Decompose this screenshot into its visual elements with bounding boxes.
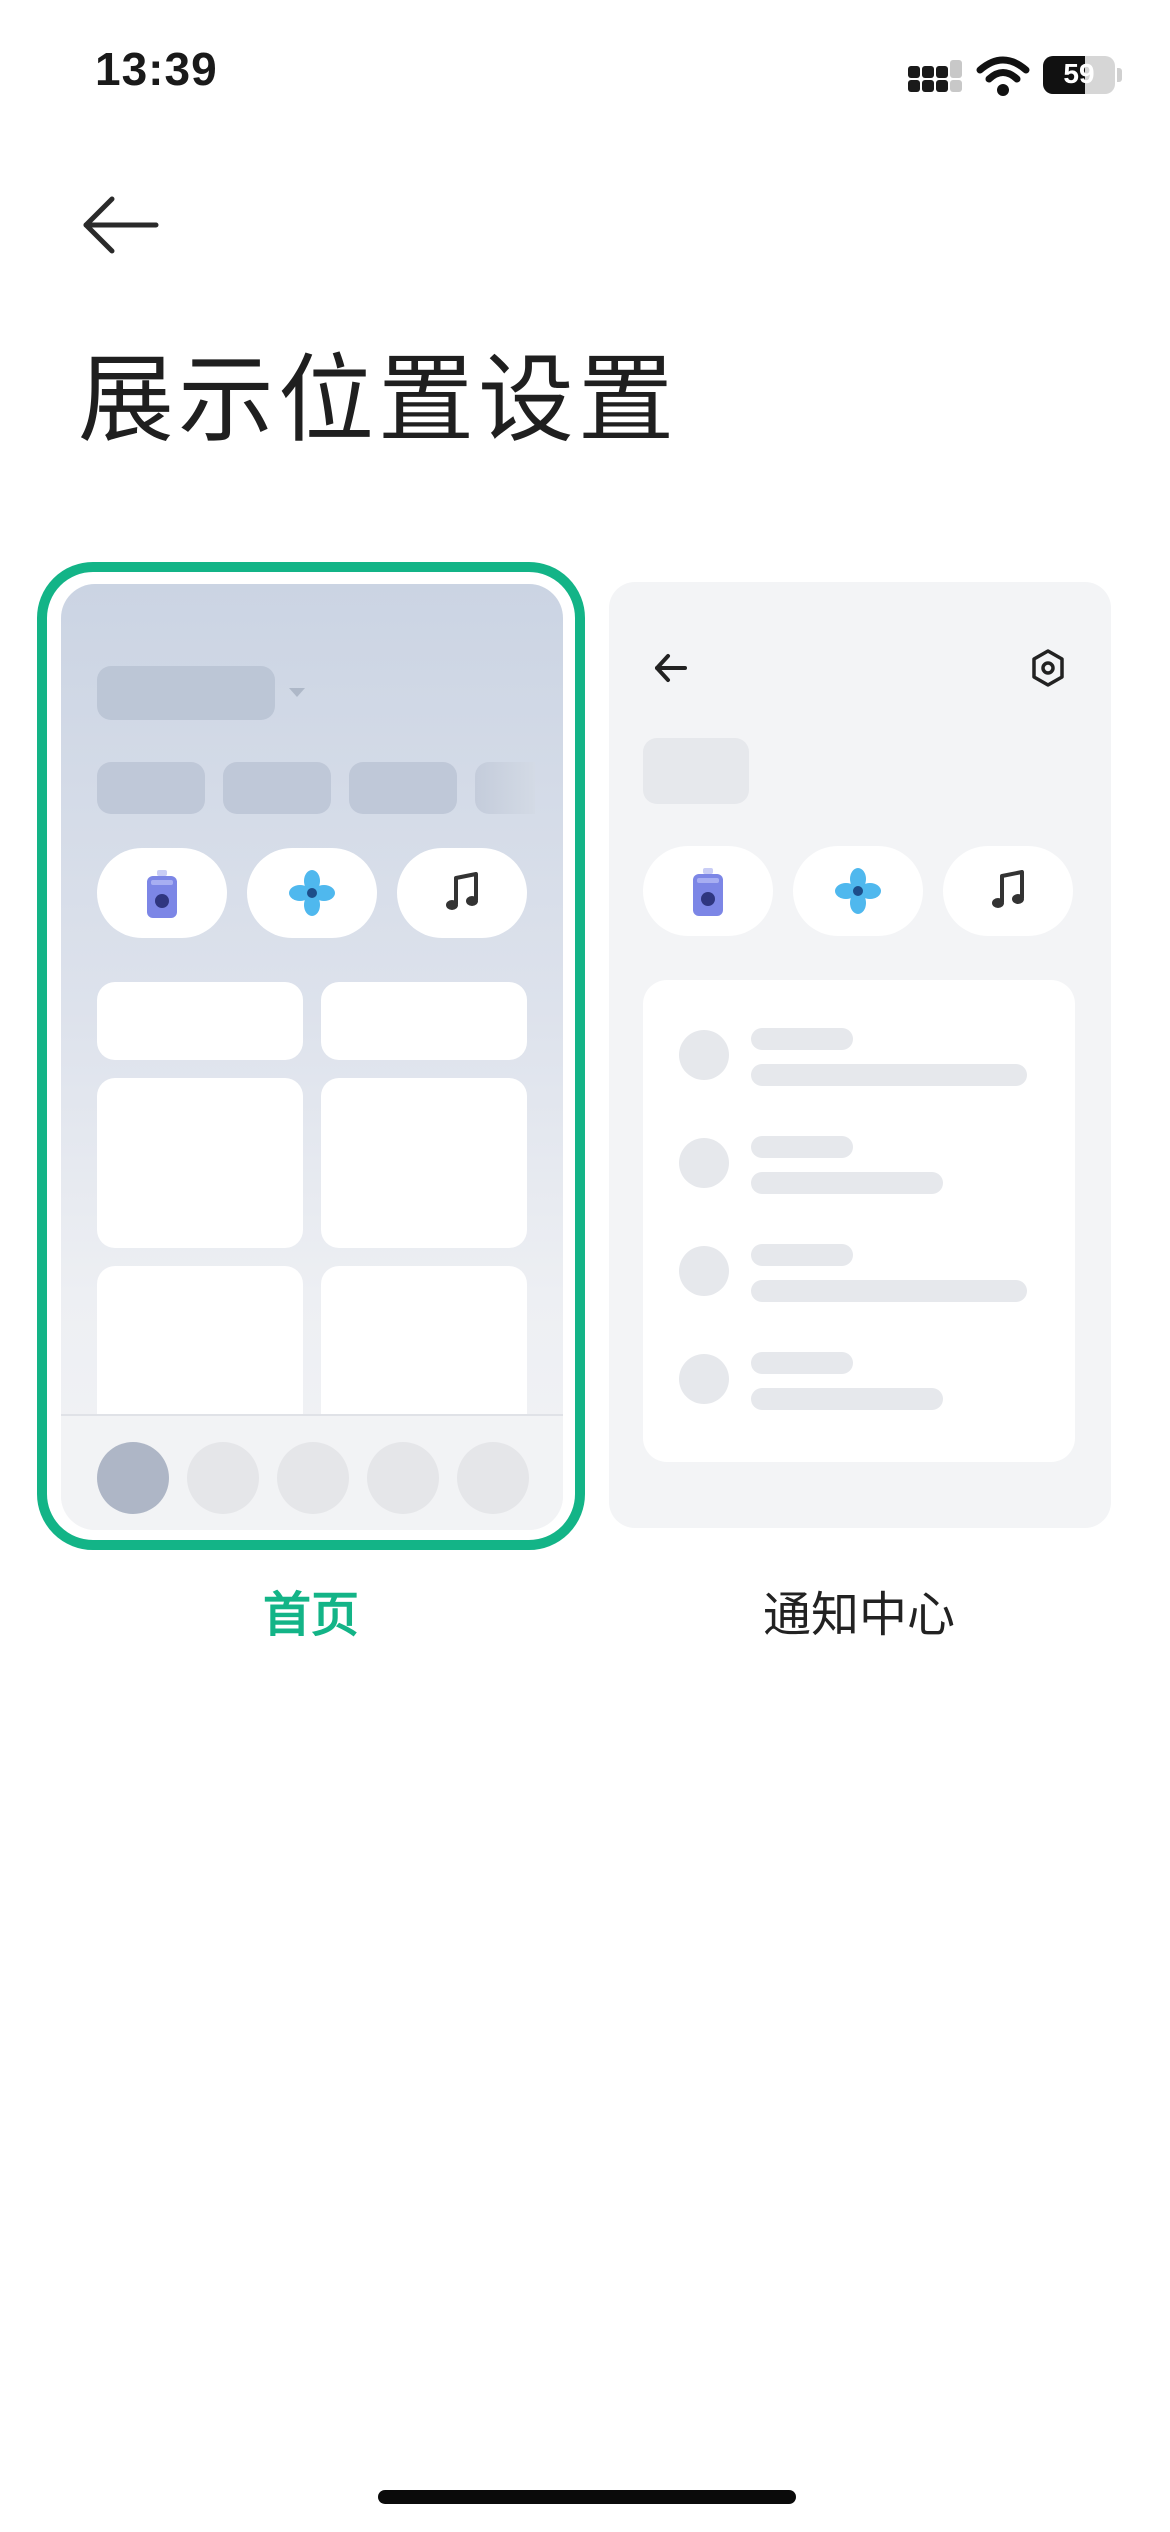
battery-icon: 59 [1043,56,1115,94]
speaker-icon [147,870,177,918]
music-note-icon [992,870,1024,908]
option-notification-center-label[interactable]: 通知中心 [585,1575,1133,1645]
wifi-icon [976,56,1030,96]
speaker-icon [693,868,723,916]
battery-level: 59 [1063,58,1095,89]
status-indicators: 59 [908,52,1138,102]
fan-icon [835,868,881,914]
home-preview [61,584,563,1530]
home-indicator[interactable] [378,2490,796,2504]
page-title: 展示位置设置 [78,344,678,456]
back-button[interactable] [78,190,168,260]
back-arrow-icon [83,196,159,254]
option-notification-center-card[interactable] [609,582,1111,1528]
fan-icon [289,870,335,916]
cellular-signal-icon [908,58,962,98]
option-home-label[interactable]: 首页 [37,1575,585,1645]
gear-icon [1032,649,1064,687]
back-arrow-icon [655,654,687,682]
music-note-icon [446,872,478,910]
status-time: 13:39 [95,43,218,95]
